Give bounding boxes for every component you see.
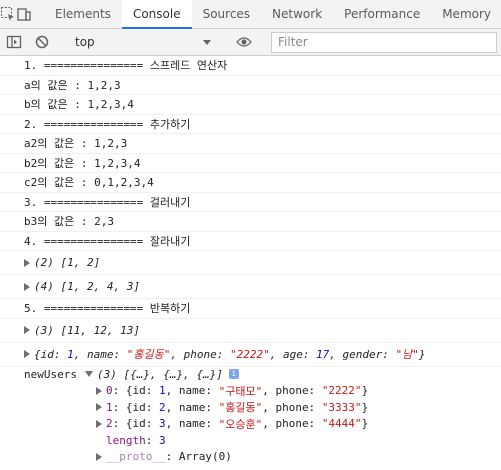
entry-index: 0 xyxy=(106,384,113,398)
log-line: b의 값은 : 1,2,3,4 xyxy=(0,95,501,115)
chevron-down-icon xyxy=(203,35,211,49)
tab-performance[interactable]: Performance xyxy=(333,0,431,28)
expand-triangle-icon[interactable] xyxy=(24,326,30,334)
length-key: length xyxy=(106,433,146,447)
entry-name: "구태모" xyxy=(218,384,263,398)
array-log-line[interactable]: (3) [11, 12, 13] xyxy=(0,319,501,343)
obj-id: 1 xyxy=(67,348,74,361)
devtools-tabbar: Elements Console Sources Network Perform… xyxy=(0,0,501,29)
entry-phone: "3333" xyxy=(321,400,362,414)
log-line: 3. =============== 걸러내기 xyxy=(0,193,501,212)
log-line: 1. =============== 스프레드 연산자 xyxy=(0,56,501,76)
tab-network[interactable]: Network xyxy=(261,0,333,28)
log-line: a의 값은 : 1,2,3 xyxy=(0,76,501,95)
entry-index: 1 xyxy=(106,400,113,414)
length-value: 3 xyxy=(159,433,166,447)
length-property: length: 3 xyxy=(106,433,166,447)
log-line: b3의 값은 : 2,3 xyxy=(0,212,501,232)
clear-console-icon[interactable] xyxy=(28,35,56,49)
log-line: 4. =============== 잘라내기 xyxy=(0,232,501,251)
array-log-line[interactable]: (2) [1, 2] xyxy=(0,251,501,275)
entry-id: 2 xyxy=(158,400,166,414)
array-entry[interactable]: 1: {id: 2, name: "홍길동", phone: "3333"} xyxy=(0,399,501,416)
entry-name: "오승훈" xyxy=(218,417,263,431)
expand-triangle-icon[interactable] xyxy=(24,350,30,358)
obj-close: } xyxy=(418,348,426,361)
array-count: (4) xyxy=(34,280,54,293)
tab-sources[interactable]: Sources xyxy=(192,0,261,28)
expand-triangle-icon[interactable] xyxy=(96,403,102,412)
context-label: top xyxy=(75,35,95,49)
array-count: (2) xyxy=(34,256,54,269)
console-toolbar: top Filter xyxy=(0,29,501,56)
obj-age: 17 xyxy=(316,348,330,361)
object-log-line[interactable]: {id: 1, name: "홍길동", phone: "2222", age:… xyxy=(0,343,501,367)
entry-phone: "2222" xyxy=(321,384,362,398)
expand-triangle-icon[interactable] xyxy=(96,386,102,395)
array-count: (3) xyxy=(34,323,54,337)
array-entry[interactable]: 2: {id: 3, name: "오승훈", phone: "4444"} xyxy=(0,416,501,433)
tab-memory[interactable]: Memory xyxy=(431,0,501,28)
obj-phone: "2222" xyxy=(229,348,270,361)
log-line: c2의 값은 : 0,1,2,3,4 xyxy=(0,173,501,193)
live-expression-eye-icon[interactable] xyxy=(230,36,258,48)
console-output: 1. =============== 스프레드 연산자 a의 값은 : 1,2,… xyxy=(0,56,501,367)
log-line: 2. =============== 추가하기 xyxy=(0,115,501,134)
new-users-label: newUsers xyxy=(24,367,77,381)
array-values: [11, 12, 13] xyxy=(60,323,140,337)
info-icon[interactable]: i xyxy=(228,369,239,380)
log-line: b2의 값은 : 1,2,3,4 xyxy=(0,154,501,173)
new-users-header[interactable]: newUsers (3) [{…}, {…}, {…}] i xyxy=(0,366,501,383)
entry-phone: "4444" xyxy=(321,417,362,431)
context-selector[interactable]: top xyxy=(69,32,217,53)
entry-name: "홍길동" xyxy=(218,401,263,415)
array-values: [1, 2, 4, 3] xyxy=(60,280,140,293)
expand-triangle-icon[interactable] xyxy=(24,282,30,291)
obj-sep: , age: xyxy=(269,348,317,361)
obj-sep: , gender: xyxy=(329,348,396,361)
proto-property[interactable]: __proto__: Array(0) xyxy=(0,449,501,466)
array-log-line[interactable]: (4) [1, 2, 4, 3] xyxy=(0,275,501,299)
entry-id: 3 xyxy=(158,417,166,431)
obj-name: "홍길동" xyxy=(126,348,171,361)
inspect-element-icon[interactable] xyxy=(0,0,16,28)
expand-triangle-icon[interactable] xyxy=(24,258,30,267)
obj-open: {id: xyxy=(34,348,68,361)
proto-value: Array(0) xyxy=(178,450,232,464)
array-entry[interactable]: 0: {id: 1, name: "구태모", phone: "2222"} xyxy=(0,383,501,400)
expand-triangle-icon[interactable] xyxy=(96,419,102,428)
device-toggle-icon[interactable] xyxy=(16,0,32,28)
obj-gender: "남" xyxy=(395,348,419,361)
obj-sep: , phone: xyxy=(170,348,230,361)
entry-id: 1 xyxy=(158,384,166,398)
collapse-triangle-icon[interactable] xyxy=(84,371,93,378)
log-line: 5. =============== 반복하기 xyxy=(0,299,501,319)
array-values: [1, 2] xyxy=(60,256,101,269)
filter-input[interactable]: Filter xyxy=(271,31,497,53)
new-users-summary: (3) [{…}, {…}, {…}] xyxy=(96,367,223,381)
new-users-log: newUsers (3) [{…}, {…}, {…}] i 0: {id: 1… xyxy=(0,366,501,465)
log-line: a2의 값은 : 1,2,3 xyxy=(0,134,501,154)
obj-sep: , name: xyxy=(73,348,127,361)
expand-triangle-icon[interactable] xyxy=(96,452,102,461)
show-sidebar-icon[interactable] xyxy=(0,35,28,49)
tab-console[interactable]: Console xyxy=(121,0,192,29)
tab-elements[interactable]: Elements xyxy=(44,0,122,28)
proto-key: __proto__ xyxy=(106,450,166,464)
entry-index: 2 xyxy=(106,417,113,431)
